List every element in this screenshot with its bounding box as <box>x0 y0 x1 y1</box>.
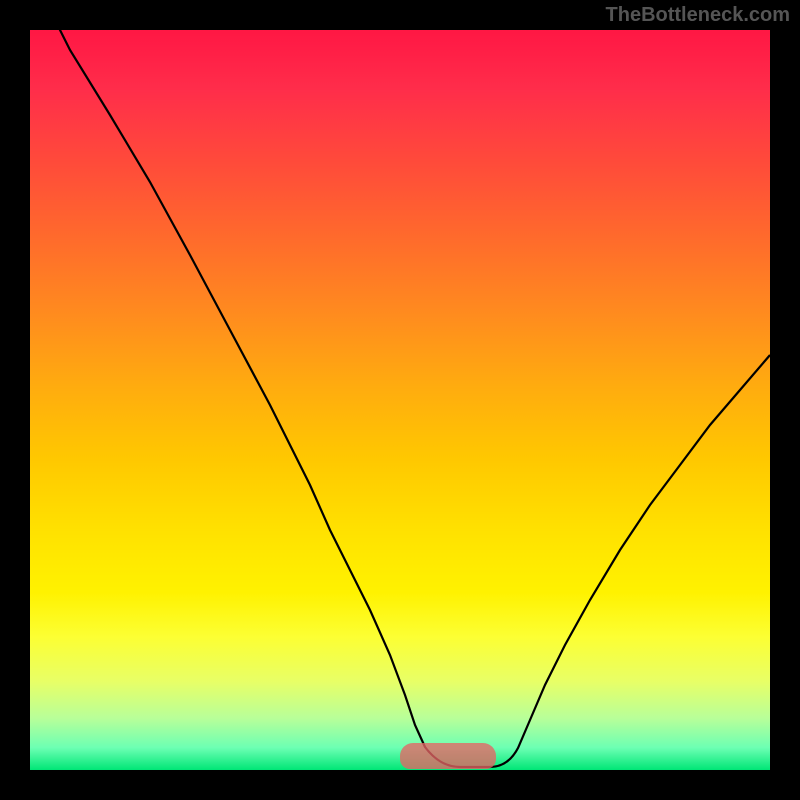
watermark-text: TheBottleneck.com <box>606 4 790 27</box>
main-curve <box>30 30 770 767</box>
chart-plot-area <box>30 30 770 770</box>
curve-svg <box>30 30 770 770</box>
highlight-band <box>400 743 496 769</box>
